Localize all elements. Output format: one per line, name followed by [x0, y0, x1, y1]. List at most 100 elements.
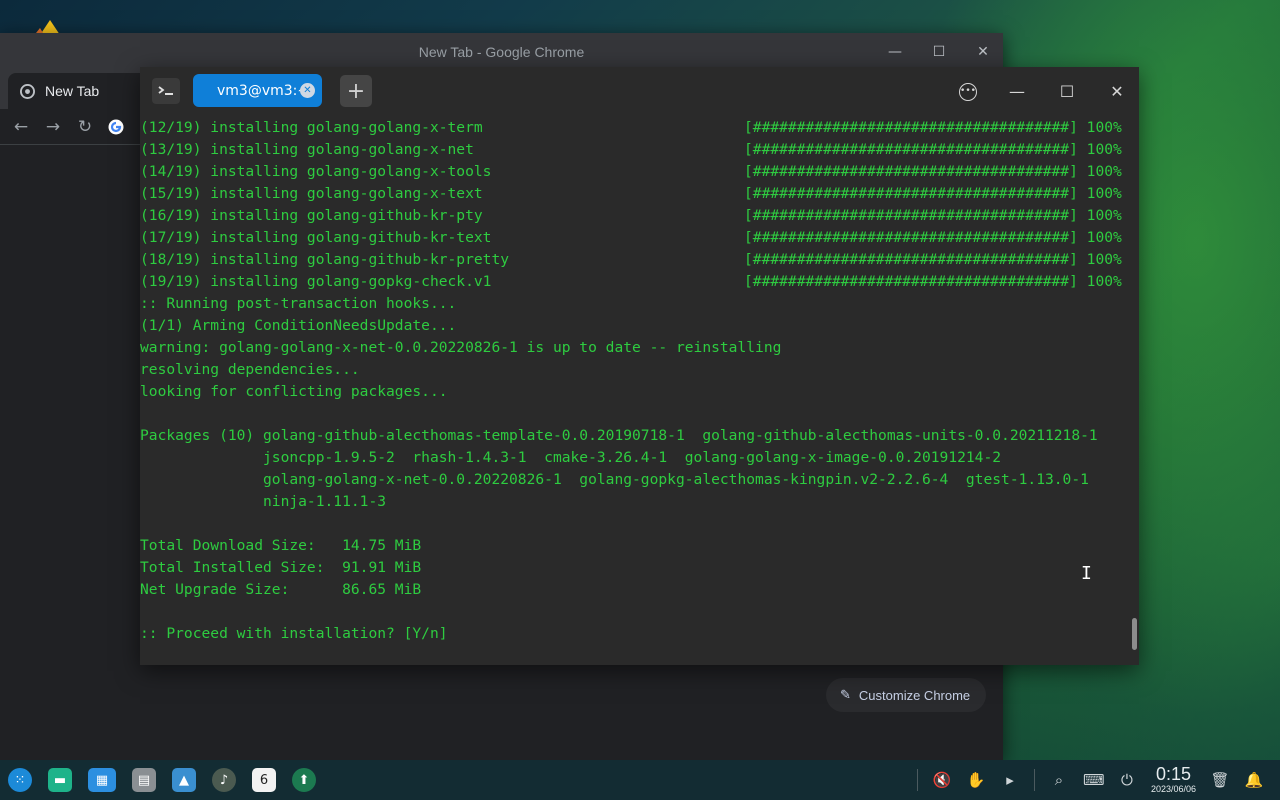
terminal-line-text: (15/19) installing golang-golang-x-text: [140, 185, 483, 202]
notification-bell-icon[interactable]: 🔔: [1244, 771, 1264, 789]
image-viewer-icon[interactable]: ▲: [172, 768, 196, 792]
terminal-line-text: (13/19) installing golang-golang-x-net: [140, 141, 474, 158]
terminal-line-text: :: Proceed with installation? [Y/n]: [140, 625, 448, 642]
app-store-icon[interactable]: ⬆: [292, 768, 316, 792]
new-tab-button[interactable]: +: [340, 75, 372, 107]
tray-separator: [916, 769, 918, 791]
launcher-icon[interactable]: ⁙: [8, 768, 32, 792]
chrome-titlebar[interactable]: New Tab - Google Chrome — ☐ ✕: [0, 33, 1003, 71]
terminal-header[interactable]: vm3@vm3:~ ✕ + ••• — ☐ ✕: [140, 67, 1139, 116]
google-g-icon: [108, 119, 124, 134]
progress-bar-text: [####################################] 1…: [744, 119, 1122, 136]
progress-bar-text: [####################################] 1…: [744, 251, 1122, 268]
terminal-app-icon[interactable]: [152, 78, 180, 104]
network-icon[interactable]: ✋: [966, 771, 986, 789]
terminal-line-text: warning: golang-golang-x-net-0.0.2022082…: [140, 339, 782, 356]
terminal-line-text: (16/19) installing golang-github-kr-pty: [140, 207, 483, 224]
progress-bar-text: [####################################] 1…: [744, 141, 1122, 158]
terminal-line-text: looking for conflicting packages...: [140, 383, 448, 400]
search-icon[interactable]: ⌕: [1049, 771, 1069, 789]
terminal-line: warning: golang-golang-x-net-0.0.2022082…: [140, 337, 1135, 359]
chrome-minimize-button[interactable]: —: [885, 44, 905, 60]
terminal-line: resolving dependencies...: [140, 359, 1135, 381]
customize-chrome-label: Customize Chrome: [858, 687, 971, 703]
terminal-line-text: jsoncpp-1.9.5-2 rhash-1.4.3-1 cmake-3.26…: [140, 449, 1002, 466]
terminal-line-text: (1/1) Arming ConditionNeedsUpdate...: [140, 317, 457, 334]
terminal-line-text: (18/19) installing golang-github-kr-pret…: [140, 251, 510, 268]
terminal-line: :: Running post-transaction hooks...: [140, 293, 1135, 315]
terminal-line-text: ninja-1.11.1-3: [140, 493, 387, 510]
terminal-line: :: Proceed with installation? [Y/n]: [140, 623, 1135, 645]
terminal-taskbar-icon[interactable]: ▬: [48, 768, 72, 792]
terminal-line-text: Total Download Size: 14.75 MiB: [140, 537, 422, 554]
chrome-maximize-button[interactable]: ☐: [929, 44, 949, 60]
terminal-line: (12/19) installing golang-golang-x-term […: [140, 117, 1135, 139]
terminal-line: (19/19) installing golang-gopkg-check.v1…: [140, 271, 1135, 293]
terminal-line: (15/19) installing golang-golang-x-text […: [140, 183, 1135, 205]
clock-time: 0:15: [1155, 764, 1191, 784]
terminal-line: jsoncpp-1.9.5-2 rhash-1.4.3-1 cmake-3.26…: [140, 447, 1135, 469]
trash-icon[interactable]: 🗑: [1210, 771, 1230, 789]
keyboard-icon[interactable]: ⌨: [1083, 771, 1105, 789]
terminal-line: (18/19) installing golang-github-kr-pret…: [140, 249, 1135, 271]
back-arrow-icon[interactable]: ←: [12, 117, 30, 137]
chrome-window-title: New Tab - Google Chrome: [418, 44, 585, 60]
terminal-line: (17/19) installing golang-github-kr-text…: [140, 227, 1135, 249]
terminal-line-text: resolving dependencies...: [140, 361, 360, 378]
pencil-icon: ✎: [840, 687, 851, 702]
terminal-window: vm3@vm3:~ ✕ + ••• — ☐ ✕ (12/19) installi…: [140, 67, 1139, 665]
terminal-line: looking for conflicting packages...: [140, 381, 1135, 403]
clock-date: 2023/06/06: [1150, 784, 1196, 794]
clock[interactable]: 0:15 2023/06/06: [1151, 765, 1196, 795]
terminal-line: (13/19) installing golang-golang-x-net [#…: [140, 139, 1135, 161]
terminal-tab[interactable]: vm3@vm3:~ ✕: [193, 74, 322, 107]
terminal-tab-label: vm3@vm3:~: [217, 82, 310, 99]
terminal-scrollbar[interactable]: [1132, 618, 1137, 650]
customize-chrome-button[interactable]: ✎ Customize Chrome: [826, 678, 986, 712]
progress-bar-text: [####################################] 1…: [744, 163, 1122, 180]
text-cursor-icon: I: [1081, 563, 1092, 584]
terminal-line: (1/1) Arming ConditionNeedsUpdate...: [140, 315, 1135, 337]
close-tab-icon[interactable]: ✕: [300, 83, 315, 98]
multitask-view-icon[interactable]: ▦: [88, 768, 116, 792]
terminal-line: Packages (10) golang-github-alecthomas-t…: [140, 425, 1135, 447]
progress-bar-text: [####################################] 1…: [744, 185, 1122, 202]
expand-tray-icon[interactable]: ▸: [1000, 771, 1020, 789]
terminal-line-text: Packages (10) golang-github-alecthomas-t…: [140, 427, 1098, 444]
reload-icon[interactable]: ↻: [76, 117, 94, 137]
terminal-line: ninja-1.11.1-3: [140, 491, 1135, 513]
tray-separator-2: [1033, 769, 1035, 791]
chrome-close-button[interactable]: ✕: [973, 44, 993, 60]
terminal-line-text: (12/19) installing golang-golang-x-term: [140, 119, 483, 136]
terminal-close-button[interactable]: ✕: [1107, 82, 1127, 101]
progress-bar-text: [####################################] 1…: [744, 273, 1122, 290]
chrome-tab-new-tab[interactable]: New Tab: [8, 73, 148, 109]
terminal-line-text: (19/19) installing golang-gopkg-check.v1: [140, 273, 492, 290]
terminal-line: Net Upgrade Size: 86.65 MiB: [140, 579, 1135, 601]
terminal-line: Total Installed Size: 91.91 MiB: [140, 557, 1135, 579]
power-icon[interactable]: ⏻: [1117, 771, 1137, 789]
music-player-icon[interactable]: ♪: [212, 768, 236, 792]
terminal-line-text: golang-golang-x-net-0.0.20220826-1 golan…: [140, 471, 1089, 488]
progress-bar-text: [####################################] 1…: [744, 207, 1122, 224]
taskbar: ⁙ ▬ ▦ ▤ ▲ ♪ 6 ⬆ 🔇 ✋ ▸ ⌕ ⌨ ⏻ 0:15 2023/06…: [0, 760, 1280, 800]
terminal-line-text: (17/19) installing golang-github-kr-text: [140, 229, 492, 246]
terminal-line: (16/19) installing golang-github-kr-pty […: [140, 205, 1135, 227]
chrome-logo-icon: [20, 83, 35, 99]
terminal-line: golang-golang-x-net-0.0.20220826-1 golan…: [140, 469, 1135, 491]
chrome-tab-label: New Tab: [45, 83, 100, 99]
terminal-output[interactable]: (12/19) installing golang-golang-x-term […: [140, 117, 1135, 663]
speaker-muted-icon[interactable]: 🔇: [932, 771, 952, 789]
terminal-line: Total Download Size: 14.75 MiB: [140, 535, 1135, 557]
file-manager-icon[interactable]: ▤: [132, 768, 156, 792]
more-options-icon[interactable]: •••: [959, 82, 977, 101]
terminal-maximize-button[interactable]: ☐: [1057, 82, 1077, 101]
calendar-icon[interactable]: 6: [252, 768, 276, 792]
terminal-line-text: Total Installed Size: 91.91 MiB: [140, 559, 422, 576]
progress-bar-text: [####################################] 1…: [744, 229, 1122, 246]
forward-arrow-icon[interactable]: →: [44, 117, 62, 137]
terminal-minimize-button[interactable]: —: [1007, 82, 1027, 101]
